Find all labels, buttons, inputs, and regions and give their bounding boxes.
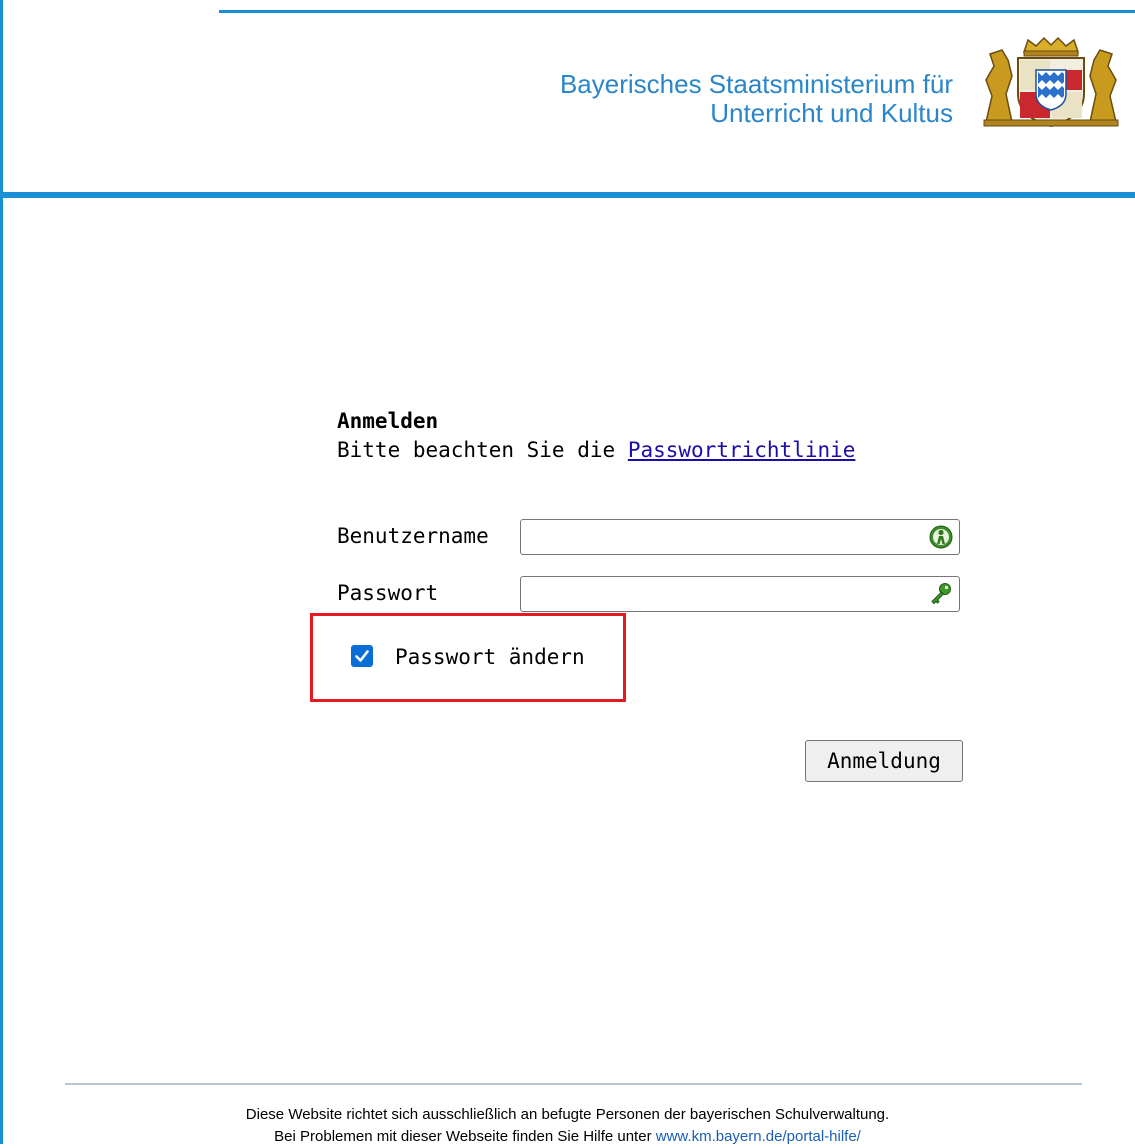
password-policy-link[interactable]: Passwortrichtlinie	[628, 438, 856, 462]
username-label: Benutzername	[337, 524, 489, 548]
key-icon	[931, 583, 951, 605]
checkmark-icon	[355, 650, 369, 662]
footer: Diese Website richtet sich ausschließlic…	[0, 1104, 1135, 1148]
footer-help: Bei Problemen mit dieser Webseite finden…	[0, 1126, 1135, 1148]
user-icon	[929, 525, 953, 549]
password-policy-hint: Bitte beachten Sie die Passwortrichtlini…	[337, 438, 855, 462]
password-field[interactable]	[520, 576, 960, 612]
change-password-label[interactable]: Passwort ändern	[395, 645, 585, 669]
login-title: Anmelden	[337, 409, 439, 433]
footer-help-text: Bei Problemen mit dieser Webseite finden…	[274, 1128, 652, 1145]
footer-divider	[65, 1083, 1082, 1085]
hint-text: Bitte beachten Sie die	[337, 438, 616, 462]
login-button[interactable]: Anmeldung	[805, 740, 963, 782]
ministry-line-2: Unterricht und Kultus	[710, 98, 953, 128]
password-label: Passwort	[337, 581, 439, 605]
ministry-line-1: Bayerisches Staatsministerium für	[559, 69, 953, 99]
footer-notice: Diese Website richtet sich ausschließlic…	[245, 1106, 890, 1123]
change-password-checkbox[interactable]	[351, 645, 373, 667]
top-accent-gap	[3, 10, 219, 13]
bavarian-coat-of-arms-icon	[983, 36, 1119, 128]
portal-help-link[interactable]: www.km.bayern.de/portal-hilfe/	[656, 1128, 861, 1145]
ministry-name: Bayerisches Staatsministerium für Unterr…	[560, 70, 953, 128]
username-field[interactable]	[520, 519, 960, 555]
header-divider	[0, 192, 1135, 198]
page-frame	[0, 0, 1135, 1144]
